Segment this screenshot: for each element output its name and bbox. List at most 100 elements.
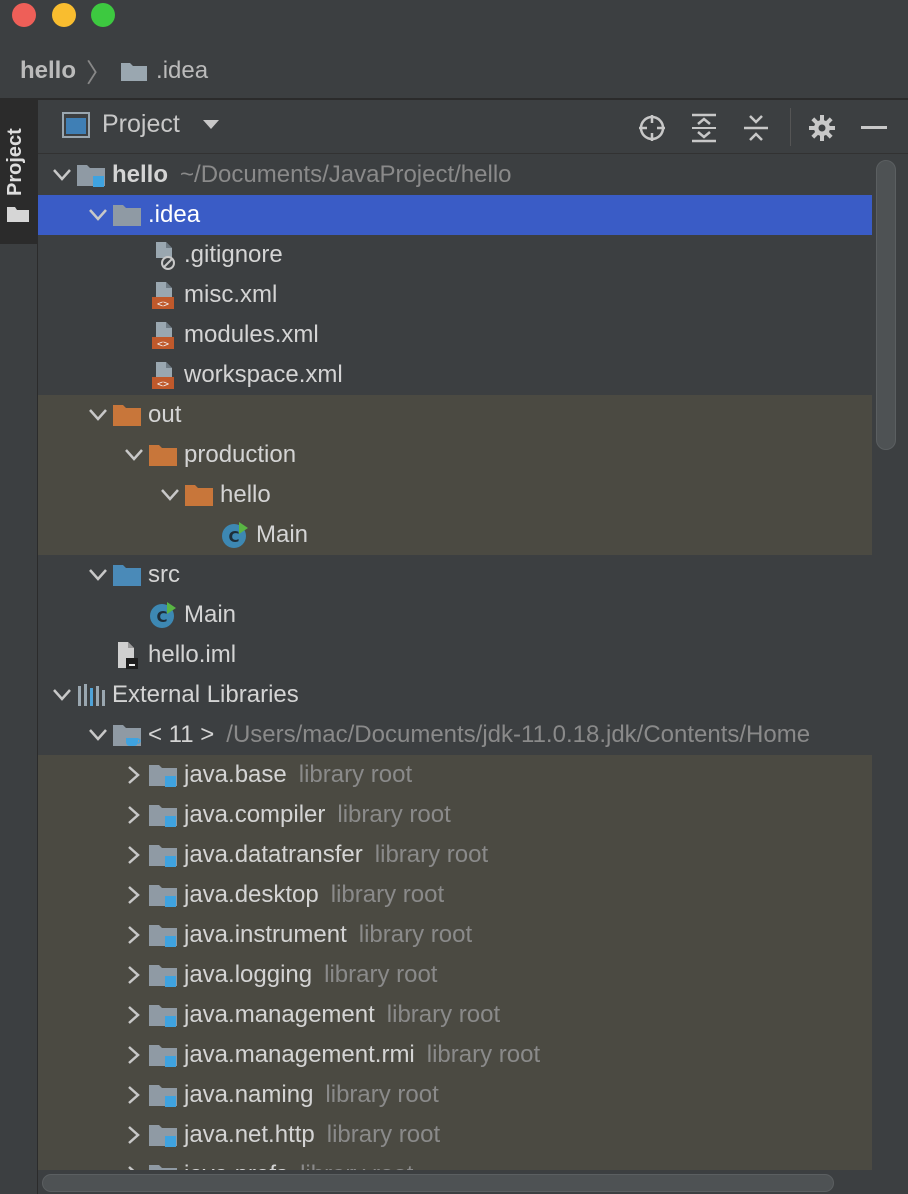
jdk-folder-icon xyxy=(112,720,142,750)
tree-row[interactable]: .gitignore xyxy=(38,235,872,275)
library-folder-icon xyxy=(148,1080,178,1110)
project-tab-label: Project xyxy=(4,128,26,196)
tree-row[interactable]: hello xyxy=(38,475,872,515)
crosshair-icon xyxy=(639,115,665,141)
tree-row[interactable]: <> misc.xml xyxy=(38,275,872,315)
tree-row[interactable]: java.datatransfer library root xyxy=(38,835,872,875)
horizontal-scrollbar[interactable] xyxy=(42,1174,834,1192)
tree-row[interactable]: java.management.rmi library root xyxy=(38,1035,872,1075)
tree-row[interactable]: java.management library root xyxy=(38,995,872,1035)
tree-row[interactable]: C Main xyxy=(38,595,872,635)
expand-toggle[interactable] xyxy=(120,1115,148,1155)
tree-row[interactable]: src xyxy=(38,555,872,595)
expand-toggle[interactable] xyxy=(120,1075,148,1115)
tree-row[interactable]: C Main xyxy=(38,515,872,555)
locate-file-button[interactable] xyxy=(636,112,668,144)
chevron-right-icon xyxy=(128,766,140,784)
tree-row-label: hello xyxy=(112,161,169,188)
tree-row[interactable]: .idea xyxy=(38,195,872,235)
collapse-toggle[interactable] xyxy=(84,395,112,435)
tree-row-hint: library root xyxy=(325,1081,439,1108)
svg-text:C: C xyxy=(228,528,239,546)
ignore-file-icon xyxy=(148,240,178,270)
tree-row[interactable]: java.logging library root xyxy=(38,955,872,995)
breadcrumb-root[interactable]: hello xyxy=(20,57,76,85)
tree-row-label: java.base xyxy=(184,761,287,788)
expand-toggle[interactable] xyxy=(120,755,148,795)
vertical-scrollbar[interactable] xyxy=(876,160,896,450)
caret-down-icon xyxy=(202,119,219,129)
chevron-right-icon xyxy=(128,926,140,944)
tree-row-hint: library root xyxy=(374,841,489,868)
tree-row[interactable]: java.desktop library root xyxy=(38,875,872,915)
tree-row-label: java.compiler xyxy=(184,801,326,828)
tree-row[interactable]: java.naming library root xyxy=(38,1075,872,1115)
tree-row[interactable]: < 11 > /Users/mac/Documents/jdk-11.0.18.j… xyxy=(38,715,872,755)
chevron-right-icon xyxy=(128,1006,140,1024)
expand-toggle[interactable] xyxy=(120,795,148,835)
toggle-spacer xyxy=(120,315,148,355)
class-icon: C xyxy=(220,520,250,550)
expand-toggle[interactable] xyxy=(120,995,148,1035)
project-panel-header: Project xyxy=(38,100,908,154)
chevron-right-icon xyxy=(128,1126,140,1144)
view-selector-dropdown[interactable]: Project xyxy=(62,110,220,139)
minimize-window-button[interactable] xyxy=(52,3,76,27)
expand-toggle[interactable] xyxy=(120,915,148,955)
toggle-spacer xyxy=(120,595,148,635)
xml-file-icon: <> xyxy=(148,360,178,390)
tree-row[interactable]: hello ~/Documents/JavaProject/hello xyxy=(38,155,872,195)
tree-row-hint: library root xyxy=(386,1001,501,1028)
toggle-spacer xyxy=(84,635,112,675)
tree-row-label: workspace.xml xyxy=(184,361,343,388)
expand-toggle[interactable] xyxy=(120,1155,148,1170)
collapse-toggle[interactable] xyxy=(84,555,112,595)
folder-icon xyxy=(121,63,148,81)
tree-row[interactable]: java.prefs library root xyxy=(38,1155,872,1170)
collapse-toggle[interactable] xyxy=(48,675,76,715)
chevron-down-icon xyxy=(53,169,71,181)
chevron-down-icon xyxy=(89,209,107,221)
gear-icon xyxy=(809,115,835,141)
tree-row[interactable]: hello.iml xyxy=(38,635,872,675)
expand-toggle[interactable] xyxy=(120,875,148,915)
title-bar xyxy=(0,0,908,30)
chevron-down-icon xyxy=(89,729,107,741)
collapse-toggle[interactable] xyxy=(48,155,76,195)
toggle-spacer xyxy=(192,515,220,555)
tree-row-hint: library root xyxy=(426,1041,541,1068)
tree-row[interactable]: <> workspace.xml xyxy=(38,355,872,395)
zoom-window-button[interactable] xyxy=(91,3,115,27)
project-view-icon xyxy=(62,111,90,138)
tree-row-label: Main xyxy=(256,521,309,548)
folder-orange-icon xyxy=(112,400,142,430)
breadcrumb-folder[interactable]: .idea xyxy=(120,57,208,85)
chevron-down-icon xyxy=(161,489,179,501)
project-tool-window-tab[interactable]: Project xyxy=(0,100,37,244)
collapse-toggle[interactable] xyxy=(156,475,184,515)
tree-row[interactable]: java.instrument library root xyxy=(38,915,872,955)
module-folder-icon xyxy=(76,160,106,190)
collapse-all-button[interactable] xyxy=(740,112,772,144)
tree-row[interactable]: out xyxy=(38,395,872,435)
tree-row[interactable]: java.base library root xyxy=(38,755,872,795)
expand-toggle[interactable] xyxy=(120,1035,148,1075)
chevron-down-icon xyxy=(89,569,107,581)
close-window-button[interactable] xyxy=(12,3,36,27)
folder-orange-icon xyxy=(148,440,178,470)
settings-button[interactable] xyxy=(806,112,838,144)
collapse-toggle[interactable] xyxy=(120,435,148,475)
libraries-icon xyxy=(76,680,106,710)
expand-toggle[interactable] xyxy=(120,835,148,875)
expand-toggle[interactable] xyxy=(120,955,148,995)
tree-row[interactable]: External Libraries xyxy=(38,675,872,715)
collapse-toggle[interactable] xyxy=(84,195,112,235)
collapse-toggle[interactable] xyxy=(84,715,112,755)
tree-row[interactable]: java.net.http library root xyxy=(38,1115,872,1155)
tree-row[interactable]: <> modules.xml xyxy=(38,315,872,355)
breadcrumb: hello 〉 .idea xyxy=(0,44,908,98)
tree-row[interactable]: java.compiler library root xyxy=(38,795,872,835)
hide-panel-button[interactable] xyxy=(858,112,890,144)
expand-all-button[interactable] xyxy=(688,112,720,144)
tree-row[interactable]: production xyxy=(38,435,872,475)
